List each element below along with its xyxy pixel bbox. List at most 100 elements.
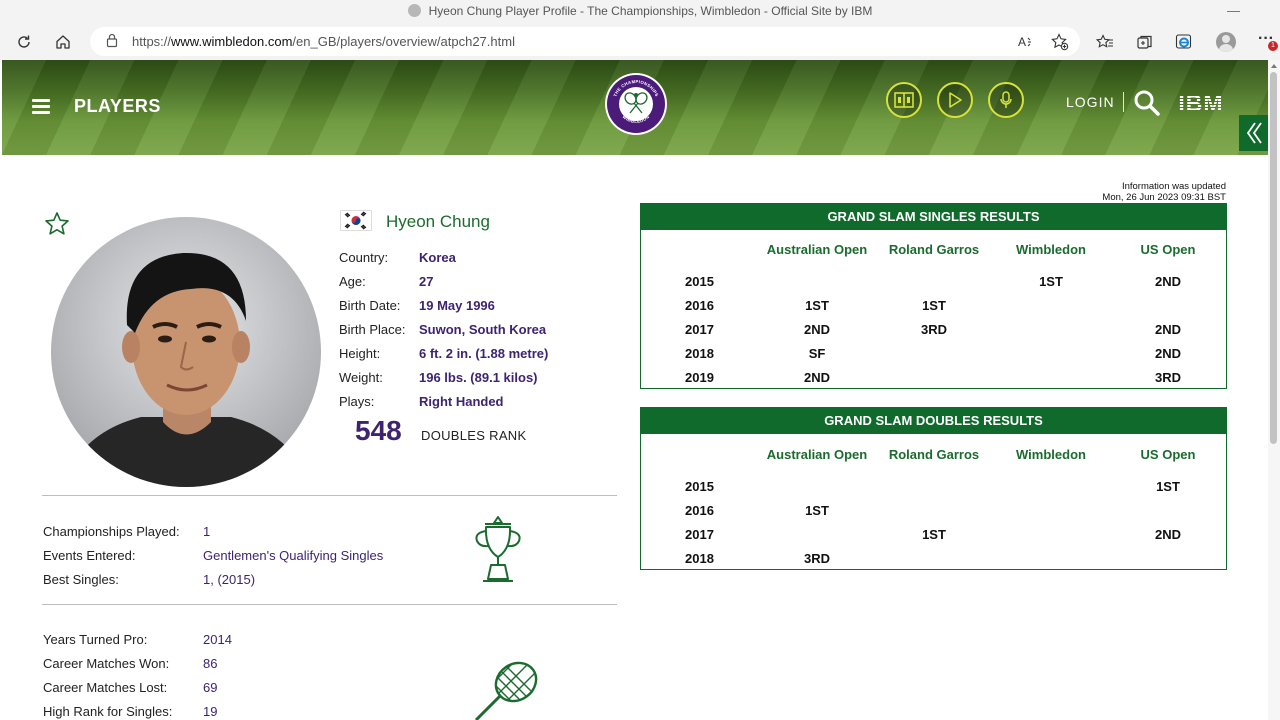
weight-label: Weight:	[339, 370, 383, 385]
birth-place-value: Suwon, South Korea	[419, 322, 547, 337]
update-note: Information was updated Mon, 26 Jun 2023…	[1102, 181, 1226, 203]
url-domain: www.wimbledon.com	[171, 34, 293, 49]
browser-title-bar: Hyeon Chung Player Profile - The Champio…	[0, 0, 1280, 24]
row-year: 2018	[685, 551, 714, 566]
site-header: PLAYERS THE CHAMPIONSHIPS WIMBLEDON LOGI…	[2, 60, 1268, 155]
svg-text:A: A	[1018, 35, 1026, 49]
favorites-button[interactable]	[1093, 30, 1117, 54]
singles-results-table: GRAND SLAM SINGLES RESULTS Australian Op…	[640, 203, 1227, 389]
doubles-results-title: GRAND SLAM DOUBLES RESULTS	[641, 408, 1226, 434]
refresh-icon	[18, 35, 30, 48]
result-cell: 1ST	[1039, 274, 1063, 289]
page-favicon-icon	[407, 4, 421, 17]
trophy-icon	[471, 515, 525, 588]
profile-avatar[interactable]	[1216, 32, 1236, 52]
url-text[interactable]: https://www.wimbledon.com/en_GB/players/…	[132, 34, 515, 49]
result-cell: 1ST	[805, 503, 829, 518]
menu-hamburger-icon[interactable]	[32, 99, 50, 114]
site-search-button[interactable]	[1133, 89, 1161, 122]
login-link[interactable]: LOGIN	[1066, 94, 1115, 110]
career-matches-won-label: Career Matches Won:	[43, 656, 170, 671]
career-matches-won-value: 86	[203, 656, 218, 671]
career-matches-lost-value: 69	[203, 680, 218, 695]
update-note-line1: Information was updated	[1121, 181, 1226, 192]
weight-value: 196 lbs. (89.1 kilos)	[419, 370, 538, 385]
plays-value: Right Handed	[419, 394, 504, 409]
add-favorite-icon[interactable]	[1050, 32, 1070, 52]
col-us-open: US Open	[1140, 242, 1196, 257]
page-scrollbar[interactable]	[1268, 60, 1280, 720]
player-name: Hyeon Chung	[386, 212, 490, 231]
col-australian-open: Australian Open	[766, 447, 868, 462]
col-roland-garros: Roland Garros	[888, 447, 980, 462]
scrollbar-thumb[interactable]	[1270, 72, 1277, 444]
singles-results-title: GRAND SLAM SINGLES RESULTS	[641, 204, 1226, 230]
section-divider	[42, 495, 617, 496]
header-divider	[1123, 92, 1124, 112]
age-label: Age:	[339, 274, 366, 289]
scores-button[interactable]	[886, 82, 922, 118]
internet-explorer-icon	[1175, 34, 1192, 49]
events-entered-value: Gentlemen's Qualifying Singles	[203, 548, 384, 563]
col-us-open: US Open	[1140, 447, 1196, 462]
favorite-player-star-icon[interactable]	[44, 211, 70, 242]
collections-icon	[1137, 35, 1152, 49]
wimbledon-logo[interactable]: THE CHAMPIONSHIPS WIMBLEDON	[604, 72, 668, 136]
url-prefix: https://	[132, 34, 172, 49]
col-wimbledon: Wimbledon	[1016, 242, 1086, 257]
minimize-window-button[interactable]: —	[1227, 3, 1240, 18]
collections-button[interactable]	[1133, 30, 1157, 54]
home-icon	[56, 35, 70, 49]
result-cell: 1ST	[922, 298, 946, 313]
doubles-rank-value: 548	[355, 415, 402, 446]
col-wimbledon: Wimbledon	[1016, 447, 1086, 462]
address-bar[interactable]: https://www.wimbledon.com/en_GB/players/…	[90, 27, 1080, 56]
favorites-star-icon	[1096, 34, 1113, 48]
country-value: Korea	[419, 250, 456, 265]
update-note-line2: Mon, 26 Jun 2023 09:31 BST	[1102, 192, 1226, 203]
video-button[interactable]	[937, 82, 973, 118]
section-divider	[42, 604, 617, 605]
height-label: Height:	[339, 346, 381, 361]
read-aloud-icon[interactable]: A	[1016, 32, 1036, 52]
col-roland-garros: Roland Garros	[888, 242, 980, 257]
result-cell: 2ND	[803, 370, 830, 385]
result-cell: 2ND	[1154, 322, 1181, 337]
scroll-up-arrow-icon[interactable]	[1271, 64, 1277, 68]
window-title: Hyeon Chung Player Profile - The Champio…	[0, 4, 1280, 18]
result-cell: 3RD	[920, 322, 947, 337]
result-cell: 2ND	[803, 322, 830, 337]
championships-played-label: Championships Played:	[43, 524, 180, 539]
radio-button[interactable]	[988, 82, 1024, 118]
tennis-racket-icon	[470, 655, 544, 720]
birth-date-value: 19 May 1996	[419, 298, 495, 313]
doubles-rank-label: DOUBLES RANK	[421, 428, 527, 443]
row-year: 2017	[685, 322, 714, 337]
championships-played-value: 1	[203, 524, 211, 539]
ibm-logo-text: IBM	[1178, 90, 1223, 114]
row-year: 2015	[685, 479, 714, 494]
result-cell: 3RD	[1154, 370, 1181, 385]
window-title-text: Hyeon Chung Player Profile - The Champio…	[428, 4, 873, 18]
home-button[interactable]	[51, 30, 75, 54]
height-value: 6 ft. 2 in. (1.88 metre)	[419, 346, 549, 361]
ibm-logo[interactable]: IBM	[1173, 90, 1229, 114]
ie-mode-button[interactable]	[1172, 30, 1196, 54]
doubles-results-table: GRAND SLAM DOUBLES RESULTS Australian Op…	[640, 407, 1227, 570]
birth-place-label: Birth Place:	[339, 322, 406, 337]
result-cell: SF	[808, 346, 826, 361]
scoreboard-icon	[894, 92, 914, 108]
section-title: PLAYERS	[74, 96, 161, 116]
refresh-button[interactable]	[12, 30, 36, 54]
search-icon	[1134, 90, 1160, 116]
best-singles-label: Best Singles:	[43, 572, 119, 587]
row-year: 2018	[685, 346, 714, 361]
url-path: /en_GB/players/overview/atpch27.html	[292, 34, 515, 49]
notification-badge: 1	[1268, 41, 1278, 51]
korea-flag-icon	[340, 210, 372, 231]
row-year: 2019	[685, 370, 714, 385]
age-value: 27	[419, 274, 434, 289]
sidebar-expand-tab[interactable]	[1239, 115, 1268, 151]
player-photo	[51, 217, 321, 487]
career-matches-lost-label: Career Matches Lost:	[43, 680, 168, 695]
